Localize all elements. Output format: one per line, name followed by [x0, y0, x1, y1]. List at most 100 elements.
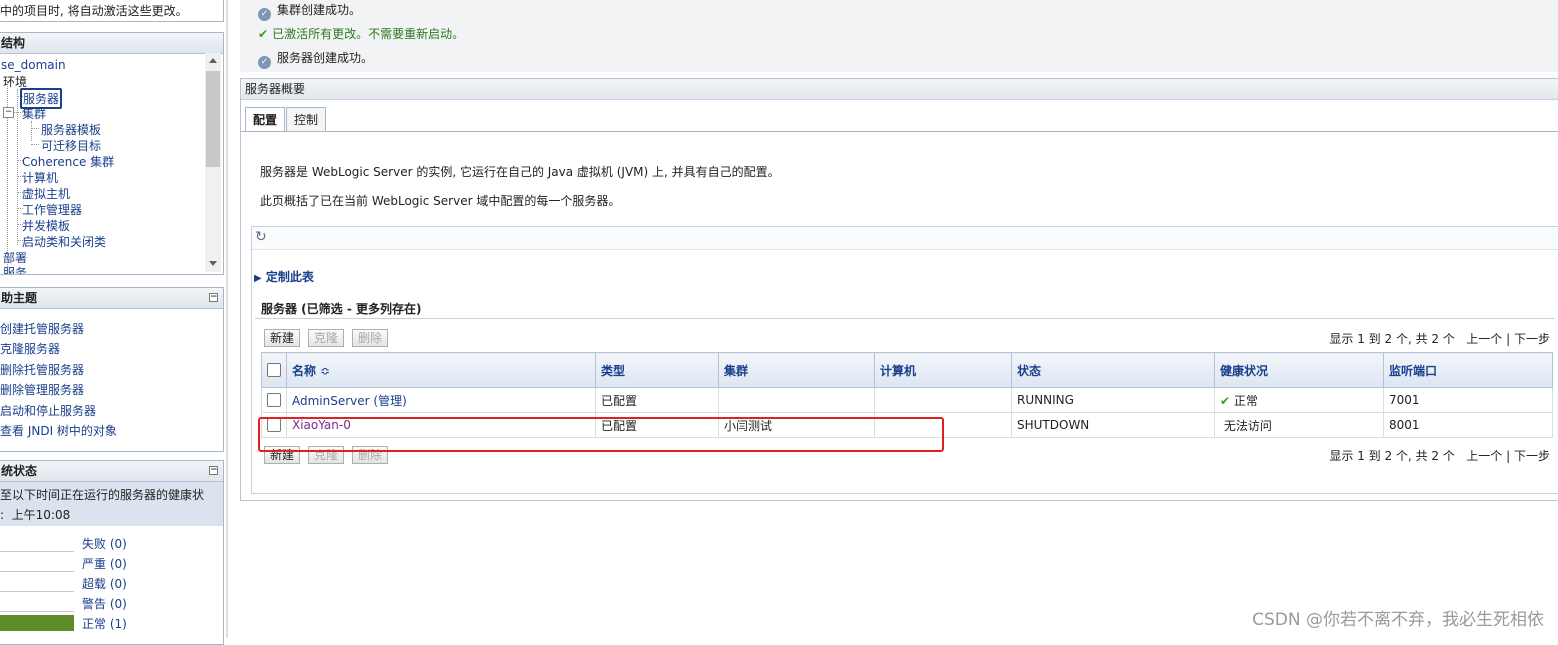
column-state[interactable]: 状态 [1011, 352, 1215, 388]
pager-prev[interactable]: 上一个 [1466, 449, 1502, 463]
system-status-title: 统状态 − [0, 461, 223, 482]
column-listen-port[interactable]: 监听端口 [1383, 352, 1553, 388]
watermark: CSDN @你若不离不弃，我必生死相依 [1252, 610, 1544, 630]
sort-icon: ≎ [320, 363, 331, 378]
description-line-1: 服务器是 WebLogic Server 的实例, 它运行在自己的 Java 虚… [260, 165, 780, 179]
page-title: 服务器概要 [241, 79, 1558, 100]
tab-control[interactable]: 控制 [286, 107, 327, 131]
message-changes-activated: ✔ 已激活所有更改。不需要重新启动。 [258, 27, 465, 41]
table-toolbar: ↻ [252, 227, 1558, 250]
help-topics-panel: 助主题 − 创建托管服务器 克隆服务器 删除托管服务器 删除管理服务器 启动和停止… [0, 287, 224, 452]
info-icon: ✓ [258, 56, 271, 69]
column-health[interactable]: 健康状况 [1214, 352, 1384, 388]
server-health: 无法访问 [1214, 412, 1384, 438]
pager-top: 显示 1 到 2 个, 共 2 个 上一个 | 下一步 [1329, 332, 1550, 346]
message-server-created: ✓ 服务器创建成功。 [258, 49, 373, 69]
change-notice-panel: 中的项目时, 将自动激活这些更改。 [0, 0, 224, 22]
health-label-failed[interactable]: 失败 (0) [82, 535, 127, 552]
change-notice-text: 中的项目时, 将自动激活这些更改。 [0, 4, 188, 18]
refresh-icon[interactable]: ↻ [255, 229, 267, 245]
health-row-overloaded: 超载 (0) [0, 573, 224, 593]
tree-expand-icon[interactable]: − [3, 107, 14, 118]
tree-machines[interactable]: 计算机 [22, 169, 58, 186]
help-topics-title: 助主题 − [0, 288, 223, 309]
scroll-down-icon[interactable] [209, 261, 217, 266]
row-checkbox[interactable] [267, 393, 281, 408]
description-line-2: 此页概括了已在当前 WebLogic Server 域中配置的每一个服务器。 [260, 194, 621, 208]
domain-structure-title: 结构 [0, 33, 223, 54]
health-row-warning: 警告 (0) [0, 593, 224, 613]
health-bar-critical [0, 555, 74, 572]
select-all-checkbox[interactable] [267, 363, 281, 378]
check-icon: ✔ [1220, 393, 1231, 408]
panel-divider [226, 0, 228, 638]
help-view-jndi-tree[interactable]: 查看 JNDI 树中的对象 [0, 422, 117, 439]
domain-structure-panel: 结构 se_domain 环境 服务器 − 集群 服务器模板 可迁移目标 Coh… [0, 32, 224, 275]
collapse-icon[interactable]: − [209, 466, 218, 475]
tree-server-templates[interactable]: 服务器模板 [41, 121, 101, 138]
help-start-stop-servers[interactable]: 启动和停止服务器 [0, 402, 96, 419]
table-row: AdminServer (管理) 已配置 RUNNING ✔ 正常 7001 [261, 387, 1553, 413]
server-machine [874, 387, 1012, 413]
tree-migratable-targets[interactable]: 可迁移目标 [41, 137, 101, 154]
tree-virtual-hosts[interactable]: 虚拟主机 [22, 185, 70, 202]
message-cluster-created: ✓ 集群创建成功。 [258, 1, 361, 21]
server-cluster [718, 387, 875, 413]
tree-work-managers[interactable]: 工作管理器 [22, 201, 82, 218]
health-bar-failed [0, 535, 74, 552]
delete-button[interactable]: 删除 [352, 329, 389, 347]
new-button[interactable]: 新建 [264, 329, 301, 347]
pager-next[interactable]: 下一步 [1514, 332, 1550, 346]
server-name-link[interactable]: AdminServer (管理) [292, 394, 407, 408]
check-icon: ✔ [258, 27, 269, 41]
tree-clusters[interactable]: 集群 [22, 105, 46, 122]
scroll-up-icon[interactable] [209, 58, 217, 63]
clone-button[interactable]: 克隆 [308, 329, 345, 347]
help-create-managed-server[interactable]: 创建托管服务器 [0, 320, 84, 337]
health-row-critical: 严重 (0) [0, 553, 224, 573]
health-bar-ok [0, 615, 74, 631]
tree-startup-shutdown-classes[interactable]: 启动类和关闭类 [22, 233, 106, 250]
column-cluster[interactable]: 集群 [718, 352, 875, 388]
server-port: 8001 [1383, 412, 1553, 438]
select-all-cell [261, 352, 287, 388]
highlight-annotation [258, 417, 944, 452]
help-delete-admin-server[interactable]: 删除管理服务器 [0, 381, 84, 398]
health-label-warning[interactable]: 警告 (0) [82, 595, 127, 612]
row-select-cell [261, 387, 287, 413]
health-row-ok: 正常 (1) [0, 613, 224, 633]
server-health: ✔ 正常 [1214, 387, 1384, 413]
column-machine[interactable]: 计算机 [874, 352, 1012, 388]
health-label-critical[interactable]: 严重 (0) [82, 555, 127, 572]
expand-triangle-icon: ▶ [254, 273, 262, 284]
tree-coherence-clusters[interactable]: Coherence 集群 [22, 153, 114, 170]
column-type[interactable]: 类型 [595, 352, 719, 388]
health-label-overloaded[interactable]: 超载 (0) [82, 575, 127, 592]
tree-concurrent-templates[interactable]: 并发模板 [22, 217, 70, 234]
scroll-thumb[interactable] [206, 71, 220, 167]
column-name[interactable]: 名称 ≎ [286, 352, 596, 388]
collapse-icon[interactable]: − [209, 293, 218, 302]
server-port: 7001 [1383, 387, 1553, 413]
tree-services[interactable]: 服务 [3, 264, 27, 274]
health-row-failed: 失败 (0) [0, 533, 224, 553]
customize-table-link[interactable]: ▶ 定制此表 [254, 268, 314, 285]
tree-scrollbar[interactable] [205, 53, 221, 272]
pager-info: 显示 1 到 2 个, 共 2 个 [1329, 332, 1455, 346]
health-bar-warning [0, 595, 74, 612]
help-delete-managed-server[interactable]: 删除托管服务器 [0, 361, 84, 378]
health-label-ok[interactable]: 正常 (1) [82, 615, 127, 632]
status-time: 上午10:08 [11, 508, 71, 522]
pager-info: 显示 1 到 2 个, 共 2 个 [1329, 449, 1455, 463]
server-type: 已配置 [595, 387, 719, 413]
server-state: RUNNING [1011, 387, 1215, 413]
tree-domain[interactable]: se_domain [1, 58, 66, 72]
info-icon: ✓ [258, 8, 271, 21]
pager-bottom: 显示 1 到 2 个, 共 2 个 上一个 | 下一步 [1329, 449, 1550, 463]
tab-configuration[interactable]: 配置 [245, 107, 286, 132]
server-state: SHUTDOWN [1011, 412, 1215, 438]
pager-prev[interactable]: 上一个 [1466, 332, 1502, 346]
system-status-desc: 至以下时间正在运行的服务器的健康状 : 上午10:08 [0, 482, 223, 526]
pager-next[interactable]: 下一步 [1514, 449, 1550, 463]
help-clone-server[interactable]: 克隆服务器 [0, 340, 60, 357]
